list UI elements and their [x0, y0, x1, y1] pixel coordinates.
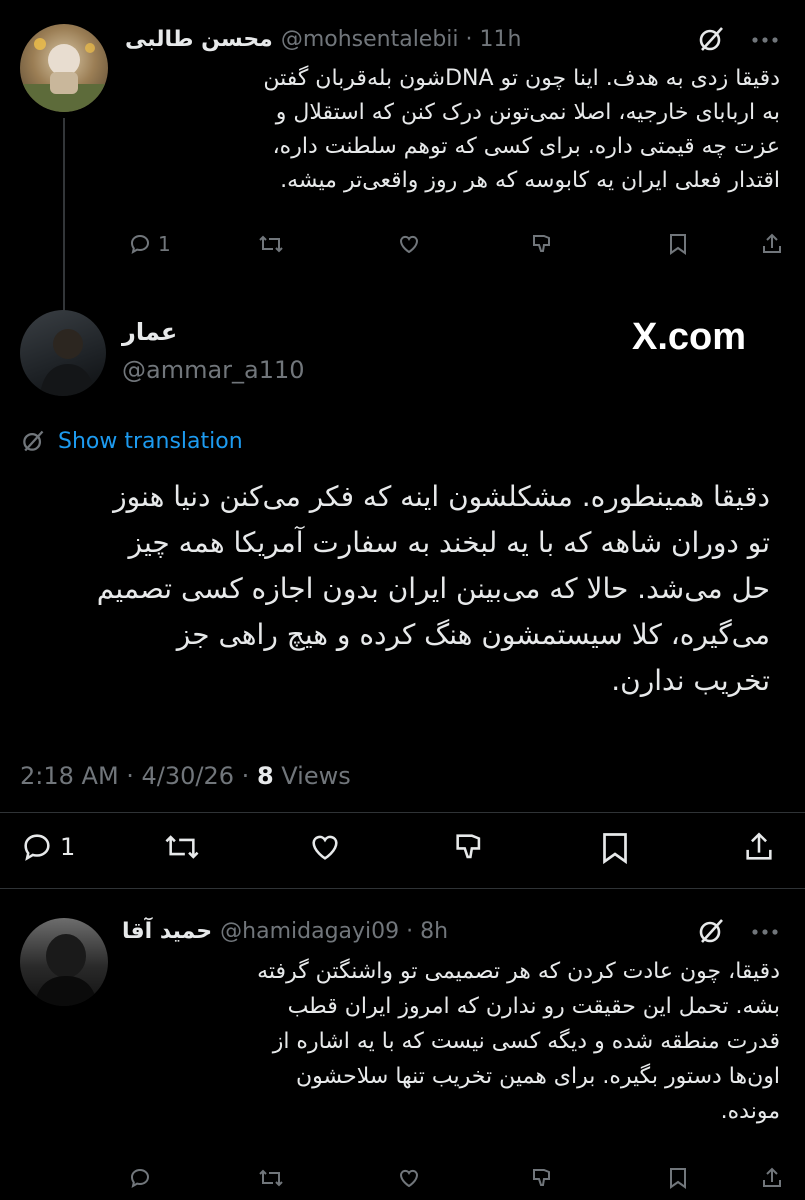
like-icon: [399, 1169, 419, 1188]
show-translation-link[interactable]: Show translation: [20, 428, 243, 454]
handle-and-time[interactable]: @hamidagayi09 · 8h: [220, 919, 448, 944]
handle-and-time[interactable]: @mohsentalebii · 11h: [281, 27, 522, 52]
text-line: به اربابای خارجیه، اصلا نمی‌تونن درک کنن…: [275, 100, 780, 125]
thread-line: [63, 118, 65, 318]
text-line: می‌گیره، کلا سیستمشون هنگ کرده و هیچ راه…: [176, 618, 770, 651]
dislike-icon: [456, 834, 481, 859]
retweet-icon: [259, 1169, 283, 1187]
dislike-button[interactable]: [530, 1166, 554, 1194]
reply-icon: [130, 1168, 150, 1189]
divider: [0, 888, 805, 889]
share-button[interactable]: [760, 232, 784, 260]
text-line: دقیقا همینطوره. مشکلشون اینه که فکر می‌ک…: [113, 480, 770, 513]
bookmark-icon: [670, 234, 686, 255]
retweet-button[interactable]: [162, 830, 202, 868]
like-button[interactable]: [307, 830, 343, 868]
text-line: تخریب ندارن.: [611, 664, 770, 697]
retweet-button[interactable]: [258, 232, 284, 260]
more-icon[interactable]: [752, 36, 778, 44]
text-line: حل می‌شد. حالا که می‌بینن ایران بدون اجا…: [96, 572, 770, 605]
reply-button[interactable]: 1: [128, 232, 171, 256]
avatar-hamidagayi09[interactable]: [20, 918, 108, 1006]
display-name[interactable]: محسن طالبی: [125, 27, 273, 52]
text-line: اون‌ها دستور بگیره. برای همین تخریب تنها…: [296, 1064, 780, 1089]
like-icon: [399, 235, 419, 254]
display-name[interactable]: حمید آقا: [122, 919, 212, 944]
views-count[interactable]: 8: [257, 762, 274, 790]
retweet-button[interactable]: [258, 1166, 284, 1194]
tweet-text: دقیقا زدی به هدف. اینا چون تو DNAشون بله…: [120, 62, 780, 198]
divider: [0, 812, 805, 813]
handle[interactable]: @ammar_a110: [122, 356, 305, 384]
tweet-text: دقیقا همینطوره. مشکلشون اینه که فکر می‌ک…: [20, 474, 770, 704]
avatar-ammar[interactable]: [20, 310, 106, 396]
avatar-image: [40, 329, 96, 396]
like-icon: [312, 835, 338, 860]
show-translation-label: Show translation: [58, 428, 243, 454]
retweet-icon: [165, 835, 199, 859]
reply-icon: [130, 234, 150, 255]
reply-button[interactable]: 1: [20, 830, 75, 864]
share-icon: [746, 832, 772, 860]
grok-icon[interactable]: [696, 24, 726, 54]
bookmark-button[interactable]: [667, 1166, 689, 1194]
avatar-image: [34, 934, 98, 1006]
text-line: اقتدار فعلی ایران یه کابوسه که هر روز وا…: [280, 168, 780, 193]
bookmark-icon: [670, 1168, 686, 1189]
like-button[interactable]: [397, 1166, 421, 1194]
reply-icon: [24, 834, 50, 861]
avatar-image: [20, 38, 108, 112]
tweet-metadata: 2:18 AM · 4/30/26 · 8 Views: [20, 762, 351, 790]
reply-button[interactable]: [128, 1166, 152, 1194]
share-icon: [763, 233, 781, 253]
retweet-icon: [259, 235, 283, 253]
share-button[interactable]: [760, 1166, 784, 1194]
watermark: X.com: [632, 316, 747, 358]
reply-count: 1: [158, 232, 171, 256]
dislike-button[interactable]: [452, 830, 486, 868]
bookmark-button[interactable]: [598, 830, 632, 870]
share-icon: [763, 1167, 781, 1187]
views-label: Views: [273, 762, 351, 790]
reply-count: 1: [60, 833, 76, 861]
text-line: عزت چه قیمتی داره. برای کسی که توهم سلطن…: [272, 134, 780, 159]
text-line: تو دوران شاهه که با یه لبخند به سفارت آم…: [128, 526, 770, 559]
text-line: دقیقا زدی به هدف. اینا چون تو DNAشون بله…: [263, 66, 780, 91]
like-button[interactable]: [397, 232, 421, 260]
translate-globe-icon: [23, 430, 44, 452]
avatar-mohsentalebii[interactable]: [20, 24, 108, 112]
share-button[interactable]: [742, 830, 776, 868]
text-line: قدرت منطقه شده و دیگه کسی نیست که با یه …: [272, 1029, 780, 1054]
bookmark-button[interactable]: [667, 232, 689, 260]
grok-icon[interactable]: [696, 916, 726, 946]
dislike-icon: [533, 1169, 550, 1186]
timestamp[interactable]: 2:18 AM · 4/30/26 ·: [20, 762, 257, 790]
text-line: بشه. تحمل این حقیقت رو ندارن که امروز ای…: [287, 994, 780, 1019]
dislike-button[interactable]: [530, 232, 554, 260]
text-line: دقیقا، چون عادت کردن که هر تصمیمی تو واش…: [257, 959, 780, 984]
tweet-text: دقیقا، چون عادت کردن که هر تصمیمی تو واش…: [120, 954, 780, 1129]
text-line: مونده.: [720, 1099, 780, 1124]
bookmark-icon: [603, 833, 627, 865]
display-name[interactable]: عمار: [122, 318, 177, 346]
dislike-icon: [533, 235, 550, 252]
more-icon[interactable]: [752, 928, 778, 936]
